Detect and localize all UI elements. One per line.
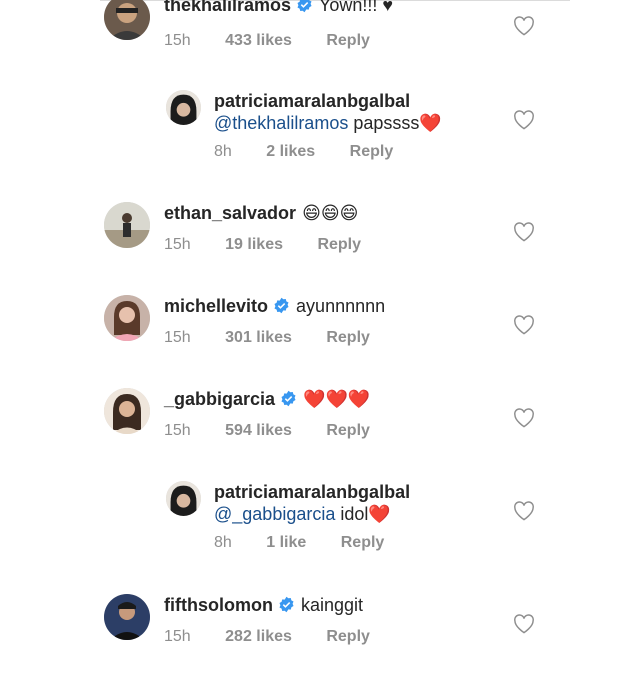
comment-likes[interactable]: 433 likes bbox=[225, 32, 292, 49]
comment-time: 8h bbox=[214, 143, 232, 160]
comment-item: ethan_salvador 😄😄😄 15h 19 likes Reply bbox=[0, 202, 640, 292]
reply-button[interactable]: Reply bbox=[326, 628, 370, 645]
comment-likes[interactable]: 19 likes bbox=[225, 236, 283, 253]
reply-item: patriciamaralanbgalbal @thekhalilramos p… bbox=[0, 90, 640, 180]
comment-username[interactable]: michellevito bbox=[164, 296, 268, 316]
comment-username[interactable]: patriciamaralanbgalbal bbox=[214, 482, 410, 502]
comment-line: fifthsolomon kainggit bbox=[164, 594, 363, 616]
heart-outline-icon[interactable] bbox=[513, 315, 535, 335]
comment-username[interactable]: patriciamaralanbgalbal bbox=[214, 91, 410, 111]
comment-meta: 15h 19 likes Reply bbox=[164, 236, 361, 254]
comment-meta: 15h 594 likes Reply bbox=[164, 422, 370, 440]
avatar[interactable] bbox=[104, 594, 150, 640]
avatar[interactable] bbox=[104, 0, 150, 40]
reply-item: patriciamaralanbgalbal @_gabbigarcia ido… bbox=[0, 481, 640, 571]
comment-time: 15h bbox=[164, 32, 191, 49]
comment-likes[interactable]: 301 likes bbox=[225, 329, 292, 346]
comment-time: 8h bbox=[214, 534, 232, 551]
comment-meta: 8h 1 like Reply bbox=[214, 534, 384, 552]
avatar[interactable] bbox=[104, 295, 150, 341]
comment-item: thekhalilramos Yown!!! ♥ 15h 433 likes Re… bbox=[0, 0, 640, 84]
comment-text: ayunnnnnn bbox=[296, 296, 386, 316]
comment-meta: 8h 2 likes Reply bbox=[214, 143, 393, 161]
comment-likes[interactable]: 594 likes bbox=[225, 422, 292, 439]
avatar[interactable] bbox=[104, 202, 150, 248]
comment-body: @_gabbigarcia idol❤️ bbox=[214, 503, 391, 525]
comment-line: _gabbigarcia ❤️❤️❤️ bbox=[164, 388, 370, 410]
comment-meta: 15h 301 likes Reply bbox=[164, 329, 370, 347]
comment-item: michellevito ayunnnnnn 15h 301 likes Repl… bbox=[0, 295, 640, 385]
comment-item: fifthsolomon kainggit 15h 282 likes Reply bbox=[0, 594, 640, 684]
comment-line: thekhalilramos Yown!!! ♥ bbox=[164, 0, 393, 16]
heart-outline-icon[interactable] bbox=[513, 222, 535, 242]
heart-outline-icon[interactable] bbox=[513, 501, 535, 521]
avatar[interactable] bbox=[166, 90, 201, 125]
verified-badge-icon bbox=[274, 297, 289, 314]
comment-text: kainggit bbox=[300, 595, 364, 615]
reply-button[interactable]: Reply bbox=[317, 236, 361, 253]
reply-button[interactable]: Reply bbox=[326, 329, 370, 346]
reply-button[interactable]: Reply bbox=[350, 143, 394, 160]
verified-badge-icon bbox=[281, 390, 296, 407]
heart-outline-icon[interactable] bbox=[513, 110, 535, 130]
comment-text: ❤️❤️❤️ bbox=[303, 389, 371, 409]
mention-link[interactable]: @_gabbigarcia bbox=[214, 504, 335, 524]
comment-time: 15h bbox=[164, 422, 191, 439]
comment-line: michellevito ayunnnnnn bbox=[164, 295, 385, 317]
comment-line: patriciamaralanbgalbal bbox=[214, 90, 410, 112]
verified-badge-icon bbox=[279, 596, 294, 613]
comment-time: 15h bbox=[164, 236, 191, 253]
comment-time: 15h bbox=[164, 329, 191, 346]
reply-button[interactable]: Reply bbox=[326, 422, 370, 439]
heart-outline-icon[interactable] bbox=[513, 16, 535, 36]
comment-username[interactable]: thekhalilramos bbox=[164, 0, 291, 15]
avatar[interactable] bbox=[166, 481, 201, 516]
comment-line: ethan_salvador 😄😄😄 bbox=[164, 202, 358, 224]
comment-likes[interactable]: 282 likes bbox=[225, 628, 292, 645]
comment-body: @thekhalilramos papssss❤️ bbox=[214, 112, 442, 134]
comment-meta: 15h 433 likes Reply bbox=[164, 32, 370, 50]
comment-line: patriciamaralanbgalbal bbox=[214, 481, 410, 503]
comment-username[interactable]: fifthsolomon bbox=[164, 595, 273, 615]
comment-item: _gabbigarcia ❤️❤️❤️ 15h 594 likes Reply bbox=[0, 388, 640, 478]
comment-text: idol❤️ bbox=[340, 504, 391, 524]
verified-badge-icon bbox=[297, 0, 312, 13]
mention-link[interactable]: @thekhalilramos bbox=[214, 113, 348, 133]
comment-likes[interactable]: 1 like bbox=[266, 534, 306, 551]
avatar[interactable] bbox=[104, 388, 150, 434]
heart-outline-icon[interactable] bbox=[513, 614, 535, 634]
reply-button[interactable]: Reply bbox=[341, 534, 385, 551]
comment-username[interactable]: ethan_salvador bbox=[164, 203, 296, 223]
comment-text: 😄😄😄 bbox=[302, 203, 359, 223]
reply-button[interactable]: Reply bbox=[326, 32, 370, 49]
comment-time: 15h bbox=[164, 628, 191, 645]
comment-text: Yown!!! ♥ bbox=[319, 0, 394, 15]
comment-username[interactable]: _gabbigarcia bbox=[164, 389, 275, 409]
comment-meta: 15h 282 likes Reply bbox=[164, 628, 370, 646]
comment-likes[interactable]: 2 likes bbox=[266, 143, 315, 160]
comment-text: papssss❤️ bbox=[353, 113, 442, 133]
heart-outline-icon[interactable] bbox=[513, 408, 535, 428]
